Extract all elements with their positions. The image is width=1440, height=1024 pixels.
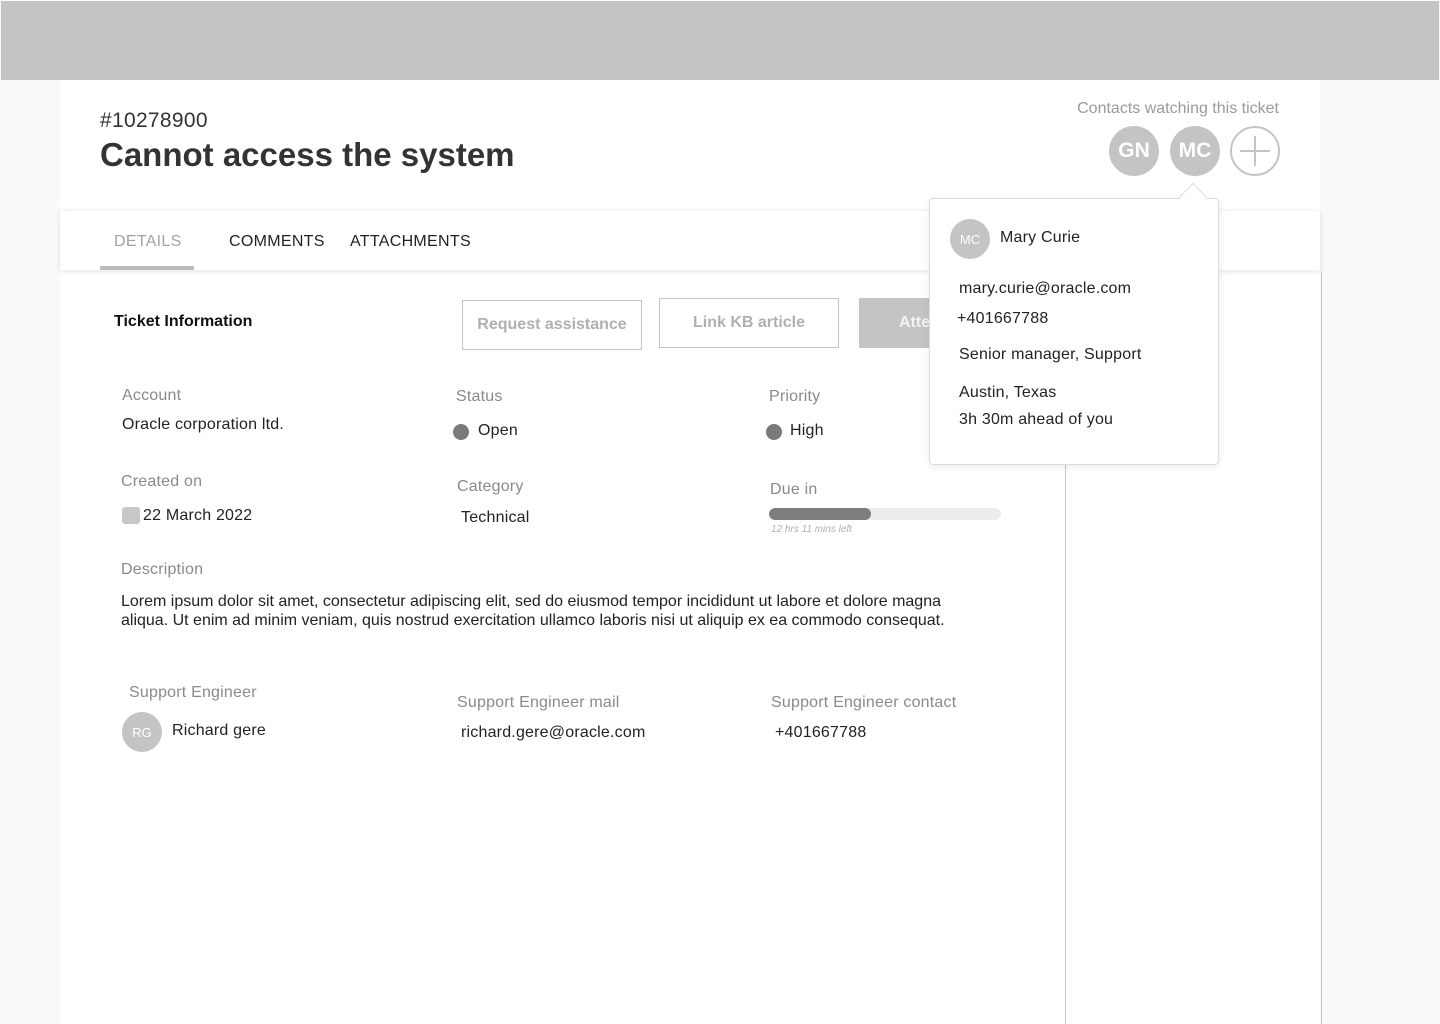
engineer-avatar: RG bbox=[122, 712, 162, 752]
page-title: Cannot access the system bbox=[100, 136, 515, 173]
status-value: Open bbox=[478, 422, 518, 439]
add-watcher-button[interactable] bbox=[1230, 126, 1280, 176]
category-label: Category bbox=[457, 478, 524, 495]
contact-card-location: Austin, Texas bbox=[959, 384, 1057, 401]
priority-dot-icon bbox=[766, 424, 782, 440]
link-kb-article-button[interactable]: Link KB article bbox=[659, 298, 839, 348]
section-title: Ticket Information bbox=[114, 313, 253, 330]
due-label: Due in bbox=[770, 481, 818, 498]
tab-details[interactable]: DETAILS bbox=[114, 233, 182, 251]
sidebar-divider bbox=[1321, 271, 1322, 1024]
active-tab-indicator bbox=[100, 266, 194, 270]
top-bar bbox=[1, 1, 1439, 80]
contact-card-name: Mary Curie bbox=[1000, 229, 1081, 246]
status-label: Status bbox=[456, 388, 503, 405]
contact-card-avatar: MC bbox=[950, 219, 990, 259]
created-label: Created on bbox=[121, 473, 203, 490]
tab-comments[interactable]: COMMENTS bbox=[229, 233, 325, 251]
priority-value: High bbox=[790, 422, 824, 439]
description-label: Description bbox=[121, 561, 204, 578]
engineer-contact-value: +401667788 bbox=[775, 724, 867, 741]
due-caption: 12 hrs 11 mins left bbox=[771, 524, 852, 535]
priority-label: Priority bbox=[769, 388, 821, 405]
contact-card-phone: +401667788 bbox=[957, 310, 1049, 327]
status-dot-icon bbox=[453, 424, 469, 440]
category-value: Technical bbox=[461, 509, 530, 526]
watcher-avatar-mc[interactable]: MC bbox=[1170, 126, 1220, 176]
watchers-label: Contacts watching this ticket bbox=[1077, 100, 1279, 117]
description-text: Lorem ipsum dolor sit amet, consectetur … bbox=[121, 593, 945, 629]
ticket-id: #10278900 bbox=[100, 109, 208, 132]
engineer-mail-value[interactable]: richard.gere@oracle.com bbox=[461, 724, 645, 742]
tab-attachments[interactable]: ATTACHMENTS bbox=[350, 233, 471, 251]
account-label: Account bbox=[122, 387, 182, 404]
due-progress-bar bbox=[769, 508, 1001, 520]
engineer-label: Support Engineer bbox=[129, 684, 257, 701]
due-progress-fill bbox=[769, 508, 872, 520]
engineer-name: Richard gere bbox=[172, 722, 267, 739]
created-value: 22 March 2022 bbox=[143, 507, 253, 524]
engineer-mail-label: Support Engineer mail bbox=[457, 694, 620, 711]
contact-card-role: Senior manager, Support bbox=[959, 346, 1142, 363]
contact-card-time-offset: 3h 30m ahead of you bbox=[959, 411, 1114, 428]
calendar-icon bbox=[122, 507, 140, 524]
request-assistance-button[interactable]: Request assistance bbox=[462, 300, 642, 350]
engineer-contact-label: Support Engineer contact bbox=[771, 694, 957, 711]
watcher-avatar-gn[interactable]: GN bbox=[1109, 126, 1159, 176]
account-value: Oracle corporation ltd. bbox=[122, 416, 285, 433]
contact-card-email[interactable]: mary.curie@oracle.com bbox=[959, 280, 1131, 298]
